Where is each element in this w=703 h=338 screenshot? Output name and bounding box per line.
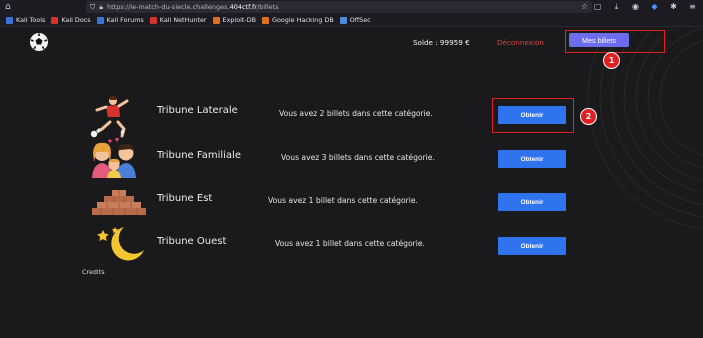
credits-link[interactable]: Credits — [82, 268, 105, 276]
toolbar-icons: ▢ ⤓ ◉ ◆ ✱ ≡ — [593, 2, 697, 11]
family-icon — [92, 138, 136, 178]
obtenir-button-ouest[interactable]: Obtenir — [498, 237, 566, 255]
download-icon[interactable]: ⤓ — [612, 2, 621, 11]
tribune-est-title: Tribune Est — [157, 193, 213, 204]
lock-icon[interactable]: 🔒︎ — [99, 1, 103, 13]
kali-nethunter-icon — [149, 16, 157, 24]
account-icon[interactable]: ◉ — [631, 2, 640, 11]
bookmarks-bar: Kali Tools Kali Docs Kali Forums Kali Ne… — [0, 14, 703, 27]
exploit-db-icon — [212, 16, 220, 24]
bleachers-icon — [92, 190, 146, 215]
moon-stars-icon — [97, 227, 144, 261]
extension-shield-icon[interactable]: ◆ — [650, 2, 659, 11]
football-player-icon — [90, 96, 129, 138]
soccer-ball-logo-icon[interactable] — [28, 32, 50, 52]
bookmark-offsec[interactable]: OffSec — [339, 16, 371, 24]
pocket-icon[interactable]: ▢ — [593, 2, 602, 11]
balance-text: Solde : 99959 € — [413, 38, 470, 47]
annotation-box-1 — [565, 30, 665, 53]
bookmark-google-hacking-db[interactable]: Google Hacking DB — [262, 16, 334, 24]
shield-outline-icon[interactable]: ⛉ — [90, 1, 95, 13]
offsec-icon — [339, 16, 347, 24]
tribune-familiale-title: Tribune Familiale — [157, 150, 241, 161]
tribune-ouest-desc: Vous avez 1 billet dans cette catégorie. — [275, 239, 425, 248]
tribune-laterale-desc: Vous avez 2 billets dans cette catégorie… — [279, 109, 433, 118]
bookmark-kali-docs[interactable]: Kali Docs — [51, 16, 91, 24]
obtenir-button-est[interactable]: Obtenir — [498, 193, 566, 211]
home-icon[interactable]: ⌂ — [5, 2, 15, 12]
annotation-badge-1: 1 — [603, 52, 620, 69]
url-text: https://le-match-du-siecle.challenges.40… — [106, 3, 279, 11]
bookmark-star-icon[interactable]: ☆ — [581, 2, 588, 12]
obtenir-button-familiale[interactable]: Obtenir — [498, 150, 566, 168]
tribune-ouest-title: Tribune Ouest — [157, 236, 227, 247]
extensions-icon[interactable]: ✱ — [669, 2, 678, 11]
bookmark-kali-forums[interactable]: Kali Forums — [96, 16, 144, 24]
browser-toolbar: ⌂ ⛉ 🔒︎ https://le-match-du-siecle.challe… — [0, 0, 703, 14]
bookmark-kali-tools[interactable]: Kali Tools — [6, 16, 45, 24]
bookmark-kali-nethunter[interactable]: Kali NetHunter — [149, 16, 207, 24]
bookmark-exploit-db[interactable]: Exploit-DB — [212, 16, 256, 24]
tribune-est-desc: Vous avez 1 billet dans cette catégorie. — [268, 196, 418, 205]
kali-forums-icon — [96, 16, 104, 24]
tribune-familiale-desc: Vous avez 3 billets dans cette catégorie… — [281, 153, 435, 162]
obtenir-button-laterale[interactable]: Obtenir — [498, 106, 566, 124]
kali-docs-icon — [51, 16, 59, 24]
annotation-badge-2: 2 — [580, 108, 597, 125]
tribune-laterale-title: Tribune Laterale — [157, 105, 238, 116]
page-content: Solde : 99959 € Déconnexion Mes billets … — [0, 28, 703, 338]
logout-link[interactable]: Déconnexion — [497, 38, 544, 47]
url-bar[interactable]: ⛉ 🔒︎ https://le-match-du-siecle.challeng… — [86, 1, 592, 13]
kali-tools-icon — [6, 16, 13, 24]
menu-icon[interactable]: ≡ — [688, 2, 697, 11]
background-arcs — [587, 28, 703, 230]
google-hacking-db-icon — [262, 16, 270, 24]
